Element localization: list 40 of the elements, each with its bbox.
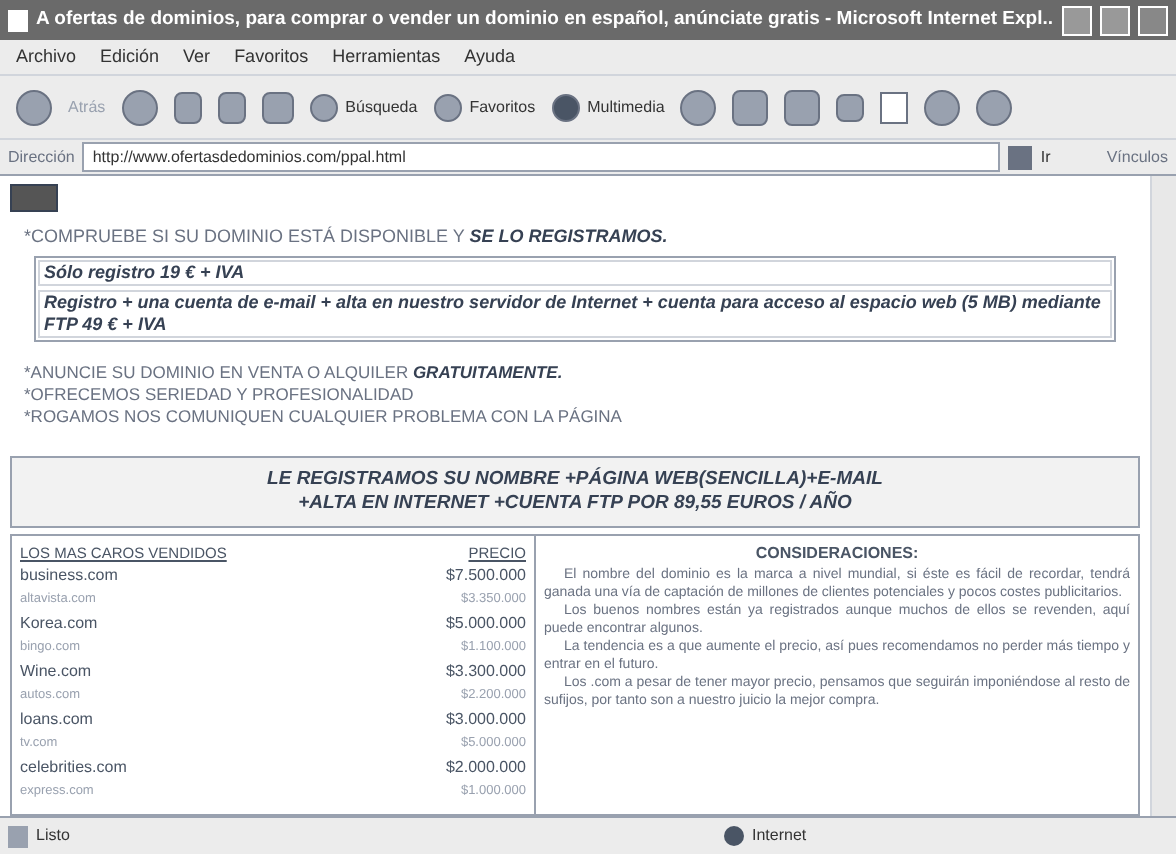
minimize-button[interactable] xyxy=(1062,5,1092,35)
price-cell: $5.000.000 xyxy=(445,611,526,636)
links-button[interactable]: Vínculos xyxy=(1106,145,1168,169)
domain-cell: Korea.com xyxy=(20,611,98,636)
bullet-text: *OFRECEMOS SERIEDAD Y PROFESIONALIDAD xyxy=(24,383,416,405)
blank-page-icon[interactable] xyxy=(880,91,909,123)
bullet-text: *ROGAMOS NOS COMUNIQUEN CUALQUIER PROBLEMA CON LA PÁGINA xyxy=(24,405,624,427)
menu-item[interactable]: Edición xyxy=(100,43,160,71)
status-text: Listo xyxy=(36,824,72,848)
price-cell: $3.300.000 xyxy=(445,659,526,684)
menu-item[interactable]: Favoritos xyxy=(234,43,309,71)
maximize-button[interactable] xyxy=(1100,5,1130,35)
domain-cell: business.com xyxy=(20,563,118,588)
menu-item[interactable]: Archivo xyxy=(16,43,77,71)
address-field[interactable]: http://www.ofertasdedominios.com/ppal.html xyxy=(82,142,1001,172)
menu-item[interactable]: Ayuda xyxy=(464,43,515,71)
price-cell: $7.500.000 xyxy=(445,563,526,588)
window-title: A ofertas de dominios, para comprar o vender un dominio en español, anúnciate gratis - Microsoft Internet Expl... xyxy=(36,5,1054,34)
close-button[interactable] xyxy=(1138,5,1168,35)
considerations-title: CONSIDERACIONES: xyxy=(753,541,921,565)
offer-text: Sólo registro 19 € + IVA xyxy=(38,259,1112,285)
banner-text: LE REGISTRAMOS SU NOMBRE +PÁGINA WEB(SENCILLA)+E-MAIL xyxy=(267,467,883,491)
search-button[interactable]: Búsqueda xyxy=(345,95,418,119)
menu-item[interactable]: Ver xyxy=(183,43,211,71)
domain-cell: celebrities.com xyxy=(20,755,127,780)
go-button[interactable]: Ir xyxy=(1040,145,1051,169)
domain-cell: loans.com xyxy=(20,707,93,732)
media-button[interactable]: Multimedia xyxy=(587,95,665,119)
notice-text: *COMPRUEBE SI SU DOMINIO ESTÁ DISPONIBLE Y SE LO REGISTRAMOS. xyxy=(22,224,670,250)
address-label: Dirección xyxy=(8,145,75,169)
bullet-text: *ANUNCIE SU DOMINIO EN VENTA O ALQUILER GRATUITAMENTE. xyxy=(24,361,565,383)
favorites-button[interactable]: Favoritos xyxy=(469,95,536,119)
price-cell: $2.000.000 xyxy=(445,755,526,780)
price-cell: $3.000.000 xyxy=(445,707,526,732)
offer-text: Registro + una cuenta de e-mail + alta en nuestro servidor de Internet + cuenta para acceso al espacio web (5 MB) mediante FTP 49 € + IVA xyxy=(38,289,1112,337)
zone-text: Internet xyxy=(752,824,807,848)
menu-item[interactable]: Herramientas xyxy=(332,43,441,71)
domain-cell: Wine.com xyxy=(20,659,92,684)
scrollbar[interactable] xyxy=(1150,176,1176,816)
banner-text: +ALTA EN INTERNET +CUENTA FTP POR 89,55 EUROS / AÑO xyxy=(298,491,852,515)
